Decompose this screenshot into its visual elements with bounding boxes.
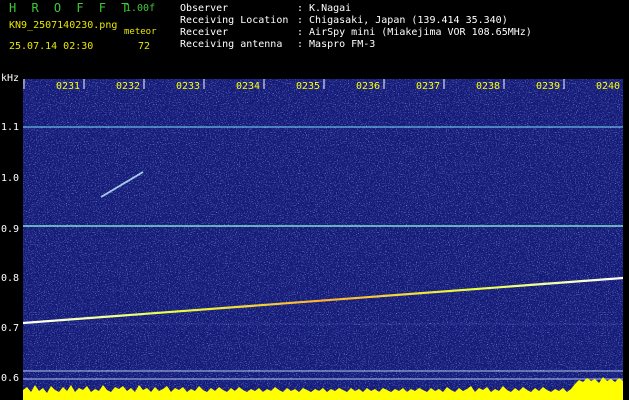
freq-tick-1-1: 1.1 (1, 122, 20, 133)
hroftt-window: H R O F F T 1.00f KN9_2507140230.png met… (0, 0, 629, 400)
freq-tick-0-9: 0.9 (1, 224, 20, 235)
time-tick: 0238 (476, 81, 501, 92)
time-tick: 0240 (596, 81, 621, 92)
receiver-value: : AirSpy mini (Miakejima VOR 108.65MHz) (297, 27, 532, 38)
freq-tick-0-6: 0.6 (1, 373, 20, 384)
time-tick: 0235 (296, 81, 321, 92)
location-label: Receiving Location (180, 15, 289, 26)
observer-label: Observer (180, 3, 229, 14)
location-value: : Chigasaki, Japan (139.414 35.340) (297, 15, 508, 26)
meteor-label: meteor (124, 27, 157, 37)
antenna-value: : Maspro FM-3 (297, 39, 376, 50)
y-axis-unit: kHz (1, 73, 20, 84)
receiver-label: Receiver (180, 27, 229, 38)
time-tick: 0233 (176, 81, 201, 92)
freq-tick-0-7: 0.7 (1, 323, 20, 334)
app-title: H R O F F T (9, 1, 133, 15)
time-tick: 0232 (116, 81, 141, 92)
time-tick: 0231 (56, 81, 81, 92)
time-tick: 0239 (536, 81, 561, 92)
antenna-label: Receiving antenna (180, 39, 283, 50)
spectrogram (23, 79, 623, 400)
freq-tick-1-0: 1.0 (1, 173, 20, 184)
time-tick: 0236 (356, 81, 381, 92)
observer-value: : K.Nagai (297, 3, 352, 14)
time-tick: 0237 (416, 81, 441, 92)
filename-label: KN9_2507140230.png (9, 20, 118, 31)
meteor-count: 72 (138, 41, 151, 52)
version-label: 1.00f (125, 3, 156, 14)
freq-tick-0-8: 0.8 (1, 273, 20, 284)
time-tick: 0234 (236, 81, 261, 92)
datetime-label: 25.07.14 02:30 (9, 41, 94, 52)
